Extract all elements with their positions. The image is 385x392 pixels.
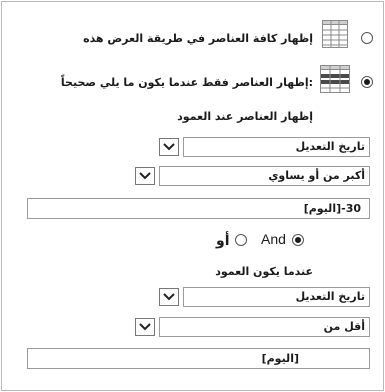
chevron-down-icon <box>139 323 151 331</box>
show-all-radio[interactable] <box>361 32 373 44</box>
or-label: أو <box>216 233 230 249</box>
filter1-operator-value: أكبر من أو يساوي <box>268 169 365 182</box>
filter2-value-text: [اليوم] <box>261 352 299 365</box>
filter2-heading: عندما يكون العمود <box>215 265 313 278</box>
grid-view-icon <box>322 20 348 51</box>
filter2-operator-value: أقل من <box>323 320 365 333</box>
and-radio[interactable] <box>292 234 304 246</box>
filter2-value-input[interactable]: [اليوم] <box>27 348 370 369</box>
filtered-grid-icon <box>320 65 350 96</box>
filter1-column-dropdown-arrow[interactable] <box>159 138 179 156</box>
filter2-column-select[interactable]: تاريخ التعديل <box>183 287 370 307</box>
filter2-operator-dropdown-arrow[interactable] <box>135 318 155 336</box>
show-filtered-radio[interactable] <box>361 76 373 88</box>
show-all-label: إظهار كافة العناصر في طريقة العرض هذه <box>83 32 313 45</box>
chevron-down-icon <box>163 143 175 151</box>
show-filtered-label: إظهار العناصر فقط عندما يكون ما يلي صحيح… <box>60 76 313 89</box>
filter2-column-dropdown-arrow[interactable] <box>159 288 179 306</box>
filter1-value-input[interactable]: [اليوم]-30 <box>27 198 370 219</box>
chevron-down-icon <box>139 172 151 180</box>
filter1-operator-dropdown-arrow[interactable] <box>135 167 155 185</box>
filter1-column-value: تاريخ التعديل <box>295 140 365 153</box>
filter1-column-select[interactable]: تاريخ التعديل <box>183 137 370 157</box>
or-radio[interactable] <box>235 234 247 246</box>
filter1-heading: إظهار العناصر عند العمود <box>177 110 313 123</box>
filter1-value-text: [اليوم]-30 <box>303 202 361 215</box>
filter-panel: إظهار كافة العناصر في طريقة العرض هذه إظ… <box>1 1 384 391</box>
filter1-operator-select[interactable]: أكبر من أو يساوي <box>159 166 370 186</box>
and-label: And <box>261 231 286 247</box>
filter2-column-value: تاريخ التعديل <box>295 290 365 303</box>
filter2-operator-select[interactable]: أقل من <box>159 317 370 337</box>
chevron-down-icon <box>163 293 175 301</box>
